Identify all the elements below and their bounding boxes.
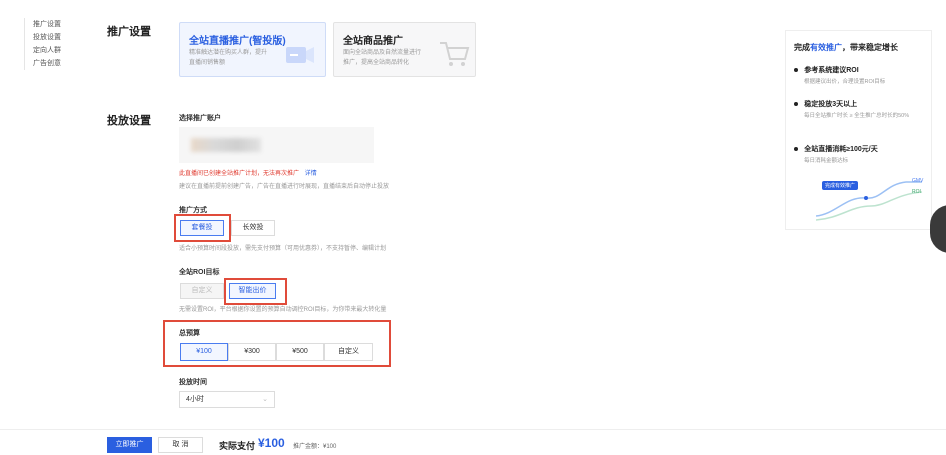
account-label: 选择推广账户 <box>179 115 221 122</box>
tip-item-3-sub: 每日消耗金额达标 <box>804 158 849 164</box>
account-hint: 建议在直播前提前创建广告，广告在直播进行时展现，直播结束后自动停止投放 <box>179 184 390 190</box>
method-hint: 适合小预算时间段投放，需先支付预算（可用优惠券），不支持暂停、编辑计划 <box>179 246 387 252</box>
time-select[interactable]: 4小时 ⌄ <box>179 391 275 408</box>
bullet-icon <box>794 102 798 106</box>
pay-label: 实际支付 <box>219 441 256 451</box>
tips-panel: 完成有效推广，带来稳定增长 参考系统建议ROI 根据建议出价，合理设置ROI目标… <box>785 30 932 230</box>
tip-item-1: 参考系统建议ROI 根据建议出价，合理设置ROI目标 <box>794 65 885 86</box>
roi-hint: 无需设置ROI，平台根据你设置的预算自动调控ROI目标，为你带来最大转化量 <box>179 307 387 313</box>
bullet-icon <box>794 147 798 151</box>
submit-promo-button[interactable]: 立即推广 <box>107 437 152 453</box>
chart-label-gmv: GMV <box>912 178 924 184</box>
budget-100-button[interactable]: ¥100 <box>180 343 228 361</box>
method-package-button[interactable]: 套餐投 <box>180 220 224 236</box>
budget-300-button[interactable]: ¥300 <box>228 343 276 361</box>
growth-illustration: 完成有效推广 GMV ROI <box>815 176 924 224</box>
roi-custom-button[interactable]: 自定义 <box>180 283 224 299</box>
live-card-title: 全站直播推广(智投版) <box>189 36 286 47</box>
promo-amount: 推广金额：¥100 <box>293 444 337 450</box>
footer-bar: 立即推广 取 消 实际支付 ¥100 推广金额：¥100 <box>0 429 946 455</box>
account-warning-link[interactable]: 详情 <box>305 171 317 177</box>
promo-settings-title: 推广设置 <box>107 26 151 38</box>
tip-item-3-title: 全站直播消耗≥100元/天 <box>804 146 878 153</box>
chart-label-roi: ROI <box>912 189 921 195</box>
goods-card-desc-1: 面向全站商品及自然流量进行 <box>343 50 422 56</box>
tips-title-post: ，带来稳定增长 <box>842 43 898 52</box>
method-longterm-button[interactable]: 长效投 <box>231 220 275 236</box>
goods-card-title: 全站商品推广 <box>343 36 403 47</box>
tip-item-2-title: 稳定投放3天以上 <box>804 101 858 108</box>
pay-value: ¥100 <box>258 436 285 450</box>
live-card-desc-1: 精准触达潜在购买人群，提升 <box>189 50 268 56</box>
tip-item-3: 全站直播消耗≥100元/天 每日消耗金额达标 <box>794 144 878 165</box>
roi-smart-bid-button[interactable]: 智能出价 <box>229 283 276 299</box>
goods-promo-card[interactable]: 全站商品推广 面向全站商品及自然流量进行 推广，提高全站商品转化 <box>333 22 476 77</box>
tips-title: 完成有效推广，带来稳定增长 <box>794 42 898 53</box>
side-nav: 推广设置 投放设置 定向人群 广告创意 <box>24 18 88 70</box>
live-promo-card[interactable]: 全站直播推广(智投版) 精准触达潜在购买人群，提升 直播间销售额 <box>179 22 326 77</box>
time-label: 投放时间 <box>179 379 207 386</box>
tip-item-2-sub: 每日全站推广时长 ≥ 全生推广总时长的50% <box>804 113 910 119</box>
budget-label: 总预算 <box>179 330 200 337</box>
budget-500-button[interactable]: ¥500 <box>276 343 324 361</box>
tip-item-2: 稳定投放3天以上 每日全站推广时长 ≥ 全生推广总时长的50% <box>794 99 922 120</box>
live-card-desc-2: 直播间销售额 <box>189 60 226 66</box>
tips-title-pre: 完成 <box>794 43 810 52</box>
roi-label: 全站ROI目标 <box>179 269 220 276</box>
time-select-value: 4小时 <box>186 396 204 403</box>
shopping-cart-icon <box>440 42 470 66</box>
nav-item-targeting[interactable]: 定向人群 <box>33 44 88 57</box>
account-warning-text: 此直播间已创建全站推广计划，无法再次推广 <box>179 171 300 177</box>
bullet-icon <box>794 68 798 72</box>
cancel-button[interactable]: 取 消 <box>158 437 203 453</box>
account-warning: 此直播间已创建全站推广计划，无法再次推广 详情 <box>179 168 317 177</box>
chevron-down-icon: ⌄ <box>262 396 268 403</box>
nav-item-creative[interactable]: 广告创意 <box>33 57 88 70</box>
account-selector[interactable] <box>179 127 374 163</box>
floating-assistant-handle[interactable] <box>930 205 946 253</box>
tips-title-highlight: 有效推广 <box>810 43 842 52</box>
delivery-settings-title: 投放设置 <box>107 115 151 127</box>
nav-item-promo-settings[interactable]: 推广设置 <box>33 18 88 31</box>
budget-custom-button[interactable]: 自定义 <box>324 343 373 361</box>
nav-item-delivery-settings[interactable]: 投放设置 <box>33 31 88 44</box>
tip-item-1-sub: 根据建议出价，合理设置ROI目标 <box>804 79 886 85</box>
goods-card-desc-2: 推广，提高全站商品转化 <box>343 60 410 66</box>
tip-item-1-title: 参考系统建议ROI <box>804 67 859 74</box>
video-camera-icon <box>286 47 314 63</box>
account-avatar-blurred <box>191 138 261 152</box>
chart-tag: 完成有效推广 <box>822 181 859 190</box>
